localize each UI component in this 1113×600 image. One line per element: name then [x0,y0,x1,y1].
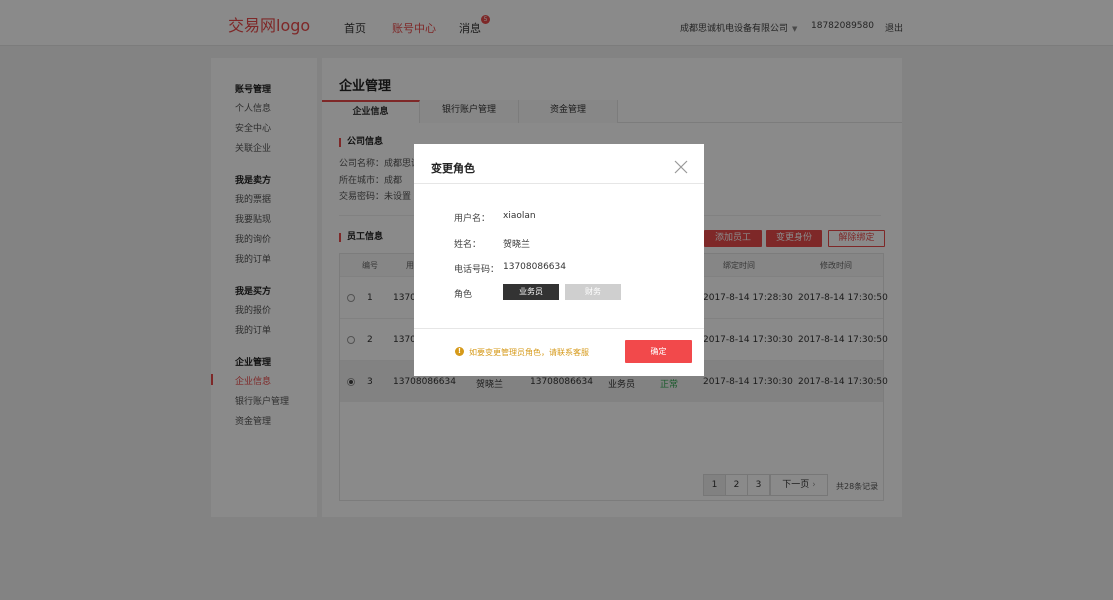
warning-icon: ! [455,347,464,356]
name-value: 贺晓兰 [503,240,531,250]
role-label: 角色 [454,290,473,300]
dialog-title: 变更角色 [431,162,475,175]
phone-value: 13708086634 [503,262,566,272]
role-option-salesman[interactable]: 业务员 [503,284,559,300]
confirm-button[interactable]: 确定 [625,340,692,363]
name-label: 姓名： [454,240,482,250]
change-role-dialog: 变更角色 用户名： xiaolan 姓名： 贺晓兰 电话号码： 13708086… [414,144,704,376]
username-label: 用户名： [454,214,491,224]
close-icon[interactable] [673,159,689,175]
dialog-footer-divider [414,328,704,329]
phone-label: 电话号码： [454,265,500,275]
username-value: xiaolan [503,211,536,221]
admin-role-notice: 如要变更管理员角色，请联系客服 [469,348,589,357]
dialog-header-divider [414,183,704,184]
role-option-finance[interactable]: 财务 [565,284,621,300]
